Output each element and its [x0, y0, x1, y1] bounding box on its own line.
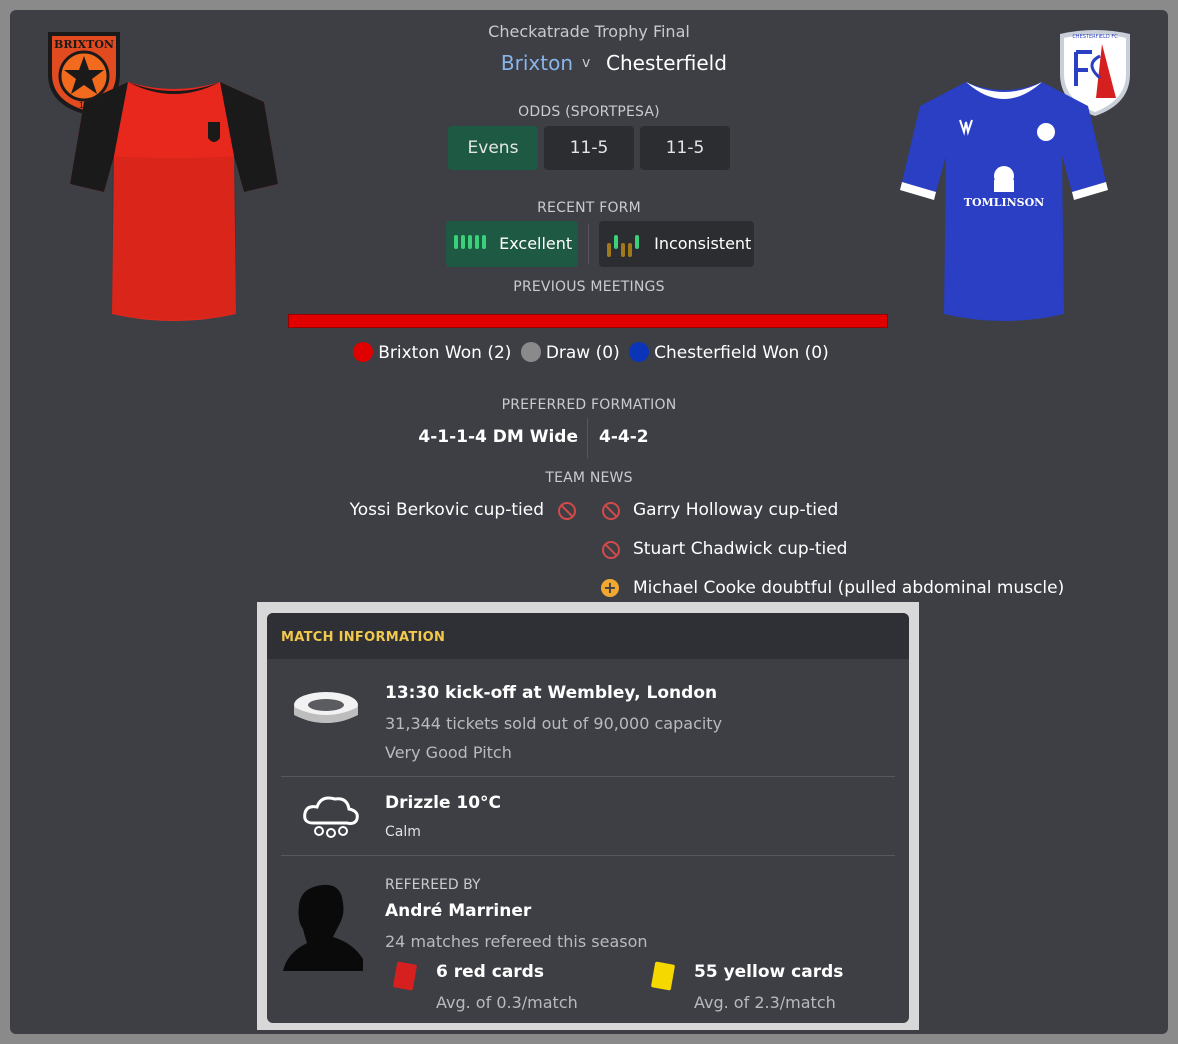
- home-form-box[interactable]: Excellent: [446, 221, 578, 267]
- match-info-header: MATCH INFORMATION: [267, 613, 909, 659]
- yellow-card-icon: [650, 961, 676, 991]
- match-info-title: MATCH INFORMATION: [281, 630, 446, 645]
- form-bars-icon: [607, 233, 647, 257]
- odds-title: ODDS (SPORTPESA): [518, 104, 660, 120]
- away-form-label: Inconsistent: [654, 234, 752, 253]
- referee-matches-text: 24 matches refereed this season: [385, 932, 648, 951]
- home-team-name[interactable]: Brixton: [410, 51, 573, 75]
- odds-home-button[interactable]: Evens: [448, 126, 538, 170]
- weather-text: Drizzle 10°C: [385, 793, 502, 813]
- match-preview-panel: BRIXTON 11 CHESTERFIELD FC TOMLINSON Che…: [10, 10, 1168, 1034]
- kickoff-text[interactable]: 13:30 kick-off at Wembley, London: [385, 683, 717, 703]
- yellow-cards-text: 55 yellow cards: [694, 962, 844, 982]
- red-avg-text: Avg. of 0.3/match: [436, 993, 578, 1012]
- away-news-item[interactable]: Stuart Chadwick cup-tied: [633, 539, 847, 559]
- home-won-dot: [353, 342, 374, 362]
- referee-name[interactable]: André Marriner: [385, 901, 531, 921]
- home-formation[interactable]: 4-1-1-4 DM Wide: [340, 427, 578, 447]
- away-won-dot: [629, 342, 650, 362]
- stadium-icon: [294, 692, 358, 723]
- doubtful-icon: +: [601, 579, 619, 597]
- form-bars-icon: [454, 233, 492, 257]
- refereed-by-label: REFEREED BY: [385, 877, 481, 893]
- away-news-item[interactable]: Michael Cooke doubtful (pulled abdominal…: [633, 578, 1064, 598]
- away-news-item[interactable]: Garry Holloway cup-tied: [633, 500, 838, 520]
- wind-text: Calm: [385, 824, 421, 840]
- draw-dot: [520, 342, 541, 362]
- draw-label: Draw (0): [545, 343, 620, 363]
- match-info-divider: [281, 855, 895, 856]
- away-team-name[interactable]: Chesterfield: [606, 51, 727, 75]
- match-info-card: MATCH INFORMATION 13:30 kick-off at Wemb…: [267, 613, 909, 1023]
- preferred-formation-title: PREFERRED FORMATION: [501, 397, 677, 413]
- cup-tied-icon: [558, 502, 576, 520]
- home-form-label: Excellent: [499, 234, 573, 253]
- cup-tied-icon: [602, 541, 620, 559]
- competition-name: Checkatrade Trophy Final: [488, 22, 690, 41]
- versus-label: v: [582, 55, 591, 71]
- referee-silhouette-icon[interactable]: [283, 881, 365, 973]
- previous-meetings-title: PREVIOUS MEETINGS: [513, 279, 665, 295]
- match-info-divider: [281, 776, 895, 777]
- drizzle-cloud-icon: [303, 796, 359, 838]
- red-cards-text: 6 red cards: [436, 962, 544, 982]
- away-formation[interactable]: 4-4-2: [599, 427, 649, 447]
- home-news-item[interactable]: Yossi Berkovic cup-tied: [260, 500, 544, 520]
- away-form-box[interactable]: Inconsistent: [599, 221, 754, 267]
- team-news-title: TEAM NEWS: [545, 470, 633, 486]
- odds-draw-button[interactable]: 11-5: [544, 126, 634, 170]
- formation-divider: [587, 418, 588, 458]
- pitch-text: Very Good Pitch: [385, 743, 512, 762]
- odds-away-button[interactable]: 11-5: [640, 126, 730, 170]
- red-card-icon: [392, 961, 418, 991]
- yellow-avg-text: Avg. of 2.3/match: [694, 993, 836, 1012]
- previous-meetings-bar: [288, 314, 888, 328]
- tickets-text: 31,344 tickets sold out of 90,000 capaci…: [385, 714, 723, 733]
- form-divider: [588, 224, 589, 264]
- previous-meetings-legend: Brixton Won (2) Draw (0) Chesterfield Wo…: [10, 342, 1168, 363]
- recent-form-title: RECENT FORM: [537, 200, 641, 216]
- home-won-label: Brixton Won (2): [378, 343, 512, 363]
- away-won-label: Chesterfield Won (0): [654, 343, 829, 363]
- cup-tied-icon: [602, 502, 620, 520]
